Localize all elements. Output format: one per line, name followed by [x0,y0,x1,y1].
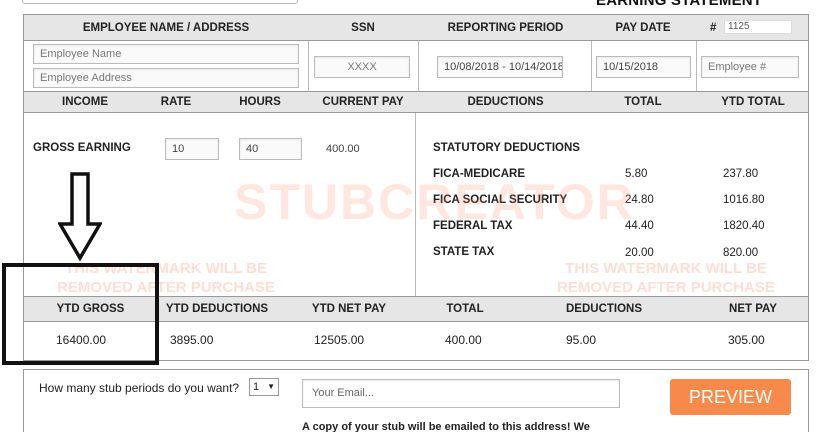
name-address-header: EMPLOYEE NAME / ADDRESS [82,21,250,34]
deduction-ytd: 1820.40 [723,220,765,232]
watermark-line1: THIS WATERMARK WILL BE [565,260,767,277]
email-input[interactable]: Your Email... [302,379,620,408]
ytd-gross-value: 16400.00 [56,333,107,347]
summary-deductions-value: 95.00 [566,333,597,347]
rate-header: RATE [160,96,192,108]
deduction-label: STATE TAX [433,246,495,258]
employee-number-input[interactable]: Employee # [701,56,799,78]
deduction-total: 24.80 [625,194,654,206]
employee-divider-4 [696,41,697,91]
hours-header: HOURS [239,96,281,108]
ytd-net-pay-header: YTD NET PAY [311,303,387,315]
reporting-period-header: REPORTING PERIOD [447,21,564,34]
deduction-label: FICA SOCIAL SECURITY [433,194,568,206]
net-pay-value: 305.00 [728,333,765,347]
ytd-net-pay-value: 12505.00 [314,333,365,347]
stub-periods-label: How many stub periods do you want? [39,381,240,395]
watermark-notice-right: THIS WATERMARK WILL BE REMOVED AFTER PUR… [524,259,808,297]
summary-total-value: 400.00 [445,333,482,347]
summary-total-header: TOTAL [446,303,484,315]
employee-address-input[interactable]: Employee Address [33,68,299,88]
watermark-line1: THIS WATERMARK WILL BE [65,260,267,277]
reporting-period-input[interactable]: 10/08/2018 - 10/14/2018 [437,56,563,78]
preview-button[interactable]: PREVIEW [670,379,791,415]
deductions-header: DEDUCTIONS [467,96,544,108]
ytd-total-header: YTD TOTAL [721,96,785,108]
stub-periods-value: 1 [253,381,260,393]
current-pay-value: 400.00 [326,143,360,155]
pay-date-header: PAY DATE [615,21,671,34]
watermark-line2: REMOVED AFTER PURCHASE [57,279,275,296]
order-panel: How many stub periods do you want? 1 ▼ Y… [23,369,809,432]
deduction-total: 5.80 [625,168,648,180]
email-note: A copy of your stub will be emailed to t… [302,421,590,432]
deduction-label: FICA-MEDICARE [433,168,525,180]
current-pay-header: CURRENT PAY [322,96,404,108]
employee-header-row: EMPLOYEE NAME / ADDRESS SSN REPORTING PE… [24,15,808,41]
stub-number-field[interactable]: 1125 [724,20,792,34]
ytd-deductions-header: YTD DEDUCTIONS [165,303,269,315]
income-header: INCOME [62,96,108,108]
page-title: EARNING STATEMENT [596,0,763,9]
summary-deductions-header: DEDUCTIONS [565,303,643,315]
net-pay-header: NET PAY [729,303,777,315]
deduction-total: 20.00 [625,247,654,259]
pay-date-input[interactable]: 10/15/2018 [596,56,691,78]
number-header: # [710,21,717,34]
deduction-label: FEDERAL TAX [433,220,513,232]
hours-input[interactable]: 40 [239,138,302,160]
earning-statement: EMPLOYEE NAME / ADDRESS SSN REPORTING PE… [23,14,809,361]
employee-divider-3 [591,41,592,91]
deduction-ytd: 1016.80 [723,194,765,206]
watermark-notice-left: THIS WATERMARK WILL BE REMOVED AFTER PUR… [24,259,308,297]
employee-divider-2 [418,41,419,91]
statutory-deductions-title: STATUTORY DEDUCTIONS [433,142,580,154]
stub-periods-select[interactable]: 1 ▼ [249,378,279,396]
deduction-total: 44.40 [625,220,654,232]
deduction-ytd: 237.80 [723,168,759,180]
summary-header-row: YTD GROSS YTD DEDUCTIONS YTD NET PAY TOT… [24,296,808,322]
employee-name-input[interactable]: Employee Name [33,44,299,64]
employee-divider-1 [308,41,309,91]
chevron-down-icon: ▼ [267,382,275,391]
ssn-input[interactable]: XXXX [314,56,410,78]
ssn-header: SSN [351,21,375,34]
deduction-ytd: 820.00 [723,247,759,259]
ytd-gross-header: YTD GROSS [56,303,125,315]
rate-input[interactable]: 10 [165,138,219,160]
watermark-line2: REMOVED AFTER PURCHASE [557,279,775,296]
total-header: TOTAL [624,96,662,108]
gross-earning-label: GROSS EARNING [33,142,131,154]
body-divider [415,113,416,297]
top-text-input[interactable] [22,0,298,4]
income-header-row: INCOME RATE HOURS CURRENT PAY DEDUCTIONS… [24,91,808,113]
ytd-deductions-value: 3895.00 [170,333,214,347]
